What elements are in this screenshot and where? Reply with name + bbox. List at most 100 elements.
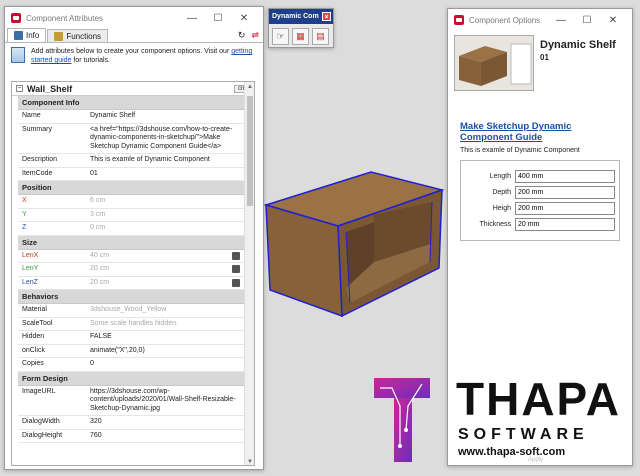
guide-link[interactable]: Make Sketchup Dynamic Component Guide (460, 121, 620, 143)
table-row[interactable]: DialogWidth 320 (18, 416, 244, 430)
attributes-tabs: Info Functions ↻ ⇌ (5, 28, 263, 43)
info-icon (14, 31, 23, 40)
intro-text: Add attributes below to create your comp… (31, 47, 257, 65)
attributes-titlebar[interactable]: Component Attributes — ☐ ✕ (5, 7, 263, 29)
attr-value[interactable]: 0 (86, 358, 244, 371)
table-row[interactable]: DialogHeight 760 (18, 430, 244, 443)
table-row[interactable]: Name Dynamic Shelf (18, 110, 244, 124)
component-attributes-icon[interactable]: ▤ (312, 28, 329, 45)
thumbnail-image (455, 36, 533, 90)
calculator-icon[interactable] (232, 251, 240, 260)
interact-tool-icon[interactable]: ☞ (272, 28, 289, 45)
section-size: Size (18, 235, 244, 250)
attr-value[interactable]: Some scale handles hidden. (86, 318, 244, 331)
attr-key: LenZ (22, 278, 38, 286)
options-description: This is examle of Dynamic Component (460, 147, 580, 154)
table-row[interactable]: Z 0 cm (18, 222, 244, 236)
logo-mark (374, 378, 430, 462)
minimize-button[interactable]: — (548, 15, 574, 26)
window-title: Component Options (469, 15, 541, 25)
table-row[interactable]: Hidden FALSE (18, 331, 244, 345)
tab-info-label: Info (26, 31, 40, 40)
scroll-up-icon[interactable]: ▲ (245, 84, 254, 90)
attr-value[interactable]: <a href="https://3dshouse.com/how-to-cre… (86, 124, 244, 154)
length-field[interactable] (515, 170, 615, 183)
attribute-rows: Component Info Name Dynamic Shelf Summary… (18, 96, 244, 443)
attr-key: ItemCode (22, 169, 53, 177)
refresh-icon[interactable]: ↻ (238, 30, 246, 41)
field-label: Heigh (492, 205, 512, 212)
table-row[interactable]: X 6 cm (18, 195, 244, 209)
attr-key: Summary (22, 125, 52, 133)
section-behaviors: Behaviors (18, 290, 244, 304)
maximize-button[interactable]: ☐ (574, 15, 600, 26)
attr-value[interactable]: 01 (86, 168, 244, 181)
attr-value[interactable]: 0 cm (86, 222, 244, 235)
options-header: Dynamic Shelf 01 (448, 31, 632, 91)
logo-subtitle: SOFTWARE (458, 426, 589, 443)
height-field[interactable] (515, 202, 615, 215)
attr-value[interactable]: 760 (86, 430, 244, 443)
dynamic-components-toolbar: Dynamic Com × ☞ ▦ ▤ (268, 8, 334, 48)
collapse-icon[interactable]: – (16, 85, 23, 92)
attr-value[interactable]: https://3dshouse.com/wp-content/uploads/… (86, 386, 244, 416)
attr-value[interactable]: 20 cm (86, 263, 232, 276)
table-row[interactable]: Material 3dshouse_Wood_Yellow (18, 304, 244, 318)
table-row[interactable]: Y 3 cm (18, 209, 244, 222)
close-button[interactable]: ✕ (600, 15, 626, 26)
table-row[interactable]: Copies 0 (18, 358, 244, 372)
attr-value[interactable]: This is examle of Dynamic Component (86, 154, 244, 167)
tab-info[interactable]: Info (7, 28, 47, 42)
options-titlebar[interactable]: Component Options — ☐ ✕ (448, 9, 632, 31)
attr-key: Y (22, 210, 27, 218)
calculator-icon[interactable] (232, 278, 240, 287)
attr-key: DialogWidth (22, 418, 60, 425)
toolbar-tools: ☞ ▦ ▤ (269, 24, 333, 49)
attr-value[interactable]: 6 cm (86, 195, 244, 208)
component-attributes-window: Component Attributes — ☐ ✕ Info Function… (4, 6, 264, 470)
attr-key: ImageURL (22, 387, 56, 395)
component-name: Wall_Shelf (27, 83, 73, 94)
attr-key: X (22, 197, 27, 204)
table-row[interactable]: ImageURL https://3dshouse.com/wp-content/… (18, 386, 244, 416)
table-row[interactable]: ScaleTool Some scale handles hidden. (18, 318, 244, 331)
scrollbar[interactable]: ▲ ▼ (244, 82, 254, 465)
options-component-name: Dynamic Shelf (540, 39, 616, 51)
calculator-icon[interactable] (232, 265, 240, 273)
depth-field[interactable] (515, 186, 615, 199)
attr-key: Copies (22, 360, 44, 367)
component-options-icon[interactable]: ▦ (292, 28, 309, 45)
attr-key: Z (22, 224, 27, 231)
tab-functions[interactable]: Functions (47, 29, 109, 42)
table-row[interactable]: onClick animate("X",20,0) (18, 345, 244, 358)
maximize-button[interactable]: ☐ (205, 13, 231, 24)
toolbar-titlebar[interactable]: Dynamic Com × (269, 9, 333, 24)
attr-value[interactable]: 20 cm (86, 277, 232, 290)
logo-url: www.thapa-soft.com (458, 446, 566, 458)
minimize-button[interactable]: — (179, 13, 205, 24)
attr-value[interactable]: FALSE (86, 331, 244, 344)
attr-key: Material (22, 306, 47, 313)
attr-value[interactable]: animate("X",20,0) (86, 345, 244, 358)
component-cube-icon (11, 47, 25, 63)
component-header[interactable]: – Wall_Shelf cm (12, 82, 254, 96)
attr-value[interactable]: 3dshouse_Wood_Yellow (86, 304, 244, 317)
table-row[interactable]: LenX 40 cm (18, 250, 244, 263)
thickness-field[interactable] (515, 218, 615, 231)
table-row[interactable]: LenZ 20 cm (18, 277, 244, 290)
scroll-thumb[interactable] (247, 96, 253, 206)
attr-value[interactable]: 3 cm (86, 209, 244, 222)
options-item-code: 01 (540, 53, 549, 62)
section-position: Position (18, 181, 244, 195)
close-button[interactable]: ✕ (231, 13, 257, 24)
table-row[interactable]: Summary <a href="https://3dshouse.com/how… (18, 124, 244, 154)
table-row[interactable]: ItemCode 01 (18, 168, 244, 181)
toggle-formula-icon[interactable]: ⇌ (251, 30, 259, 41)
toolbar-close-icon[interactable]: × (322, 12, 331, 21)
table-row[interactable]: Description This is examle of Dynamic Com… (18, 154, 244, 168)
scroll-down-icon[interactable]: ▼ (245, 459, 254, 465)
table-row[interactable]: LenY 20 cm (18, 263, 244, 277)
attr-value[interactable]: 320 (86, 416, 244, 429)
attr-value[interactable]: Dynamic Shelf (86, 110, 244, 123)
attr-value[interactable]: 40 cm (86, 250, 232, 263)
